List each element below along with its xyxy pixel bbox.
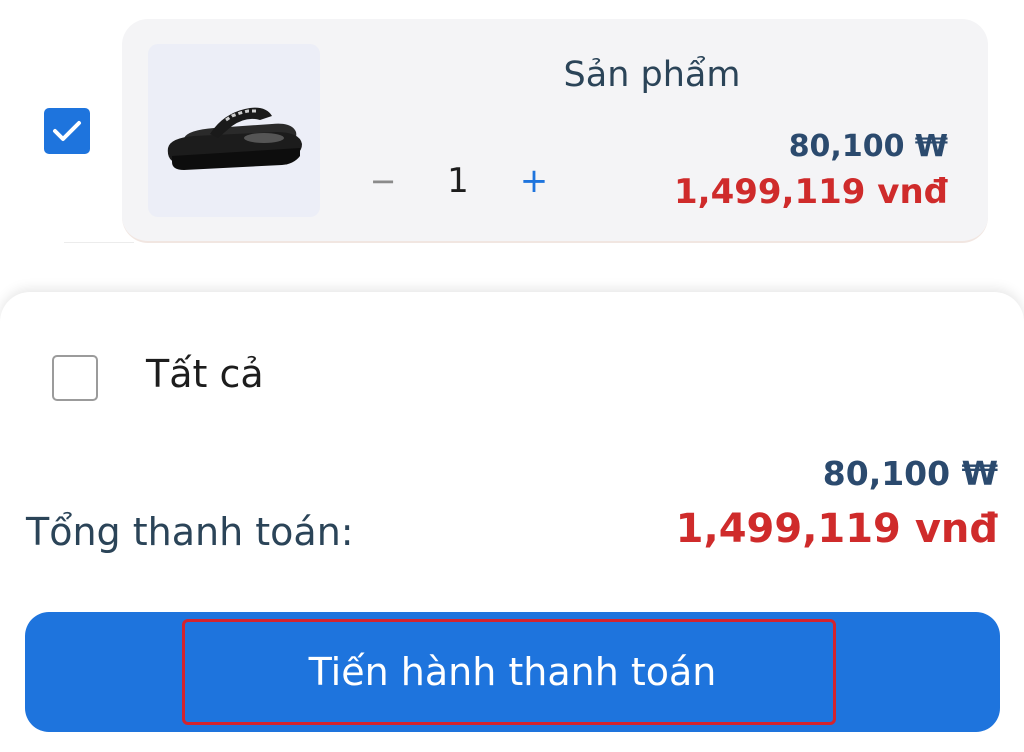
sandal-image	[167, 107, 302, 170]
highlight-box	[182, 619, 836, 725]
item-checkbox[interactable]	[44, 108, 90, 154]
row-divider	[64, 242, 134, 243]
select-all-checkbox[interactable]	[52, 355, 98, 401]
product-thumbnail[interactable]	[148, 44, 320, 217]
quantity-decrease-button[interactable]: −	[368, 159, 398, 203]
checkout-footer: Tất cả 80,100 ₩ Tổng thanh toán: 1,499,1…	[0, 292, 1024, 752]
product-name: Sản phẩm	[563, 55, 741, 95]
total-price-vnd: 1,499,119 vnđ	[675, 506, 998, 552]
item-price-vnd: 1,499,119 vnđ	[674, 172, 948, 212]
cart-item-row: Sản phẩm − 1 + 80,100 ₩ 1,499,119 vnđ	[0, 0, 1024, 262]
check-icon	[53, 121, 81, 141]
item-price-krw: 80,100 ₩	[788, 129, 948, 164]
quantity-value: 1	[447, 161, 469, 201]
checkout-button[interactable]: Tiến hành thanh toán	[25, 612, 1000, 732]
quantity-increase-button[interactable]: +	[516, 159, 552, 203]
total-label: Tổng thanh toán:	[26, 510, 354, 554]
cart-item-card: Sản phẩm − 1 + 80,100 ₩ 1,499,119 vnđ	[122, 19, 988, 243]
total-price-krw: 80,100 ₩	[822, 454, 998, 493]
select-all-label[interactable]: Tất cả	[146, 352, 264, 396]
